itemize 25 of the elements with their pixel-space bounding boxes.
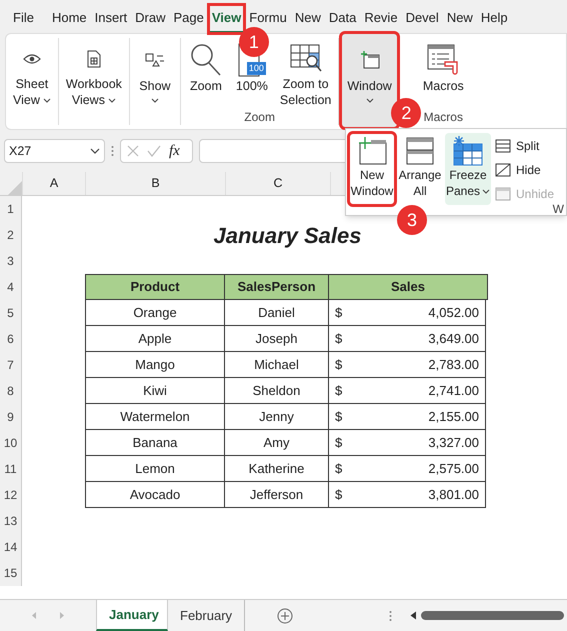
table-cell: Lemon — [85, 456, 225, 482]
step-number-tooltip: 2 — [391, 98, 422, 128]
table-cell: $ 3,649.00 — [328, 326, 486, 352]
table-header-cell: SalesPerson — [224, 274, 329, 300]
table-cell: Avocado — [85, 482, 225, 508]
table-header-cell: Sales — [328, 274, 488, 300]
table-cell: Apple — [85, 326, 225, 352]
group-label: W — [552, 202, 564, 216]
table-cell: $ 2,155.00 — [328, 404, 486, 430]
table-cell: Banana — [85, 430, 225, 456]
group-label: Zoom — [244, 109, 275, 126]
step-number-tooltip: 3 — [397, 205, 427, 235]
table-cell: $ 2,575.00 — [328, 456, 486, 482]
table-cell: $ 2,741.00 — [328, 378, 486, 404]
table-cell: Mango — [85, 352, 225, 378]
table-cell: Watermelon — [85, 404, 225, 430]
table-cell: $ 3,327.00 — [328, 430, 486, 456]
table-header-cell: Product — [85, 274, 225, 300]
table-cell: Orange — [85, 300, 225, 326]
table-cell: Kiwi — [85, 378, 225, 404]
group-label: Macros — [424, 109, 463, 126]
table-cell: $ 3,801.00 — [328, 482, 486, 508]
sheet-title: January Sales — [214, 222, 362, 250]
table-cell: $ 2,783.00 — [328, 352, 486, 378]
table-cell: $ 4,052.00 — [328, 300, 486, 326]
